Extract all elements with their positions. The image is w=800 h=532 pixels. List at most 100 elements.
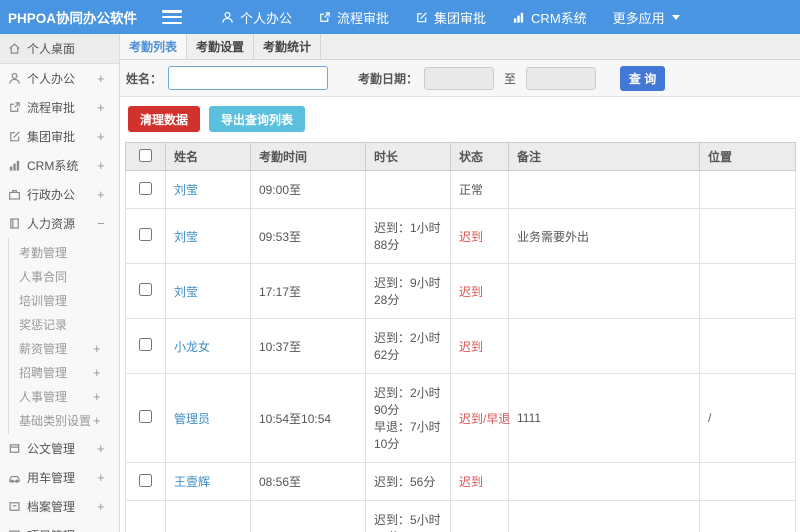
cell-duration: 迟到：56分 — [365, 462, 451, 501]
expand-toggle-icon[interactable]: + — [97, 129, 119, 144]
expand-toggle-icon[interactable]: + — [97, 499, 119, 514]
employee-name-link[interactable]: 刘莹 — [174, 285, 198, 299]
expand-toggle-icon[interactable]: + — [93, 413, 119, 428]
employee-name-link[interactable]: 小龙女 — [174, 340, 210, 354]
expand-toggle-icon[interactable]: + — [93, 365, 119, 380]
name-filter-input[interactable] — [168, 66, 329, 90]
table-row: 刘莹 09:00至 正常 — [125, 170, 796, 209]
topnav-item-4[interactable]: CRM系统 — [499, 0, 600, 34]
cell-duration: 迟到：2小时62分 — [365, 318, 451, 374]
employee-name-link[interactable]: 刘莹 — [174, 230, 198, 244]
sidebar-subitem-2[interactable]: 人事合同 — [9, 264, 119, 288]
sidebar-item-5[interactable]: 行政办公 + — [0, 180, 119, 209]
search-button[interactable]: 查 询 — [620, 65, 666, 91]
cell-status: 迟到 — [450, 208, 509, 264]
sidebar-item-label: 公文管理 — [27, 442, 76, 456]
sidebar-item-label: 流程审批 — [27, 101, 76, 115]
expand-toggle-icon[interactable]: + — [97, 100, 119, 115]
topnav-item-3[interactable]: 集团审批 — [402, 0, 499, 34]
sidebar-item-7[interactable]: 公文管理 + — [0, 434, 119, 463]
cell-location — [699, 263, 796, 319]
column-header: 姓名 — [165, 142, 251, 171]
sidebar-item-10[interactable]: 项目管理+ — [0, 521, 119, 532]
sidebar-subitem-6[interactable]: 招聘管理 + — [9, 360, 119, 384]
expand-toggle-icon[interactable]: + — [97, 158, 119, 173]
row-checkbox[interactable] — [139, 228, 152, 241]
user-icon — [8, 72, 21, 85]
expand-toggle-icon[interactable]: + — [97, 528, 119, 532]
row-checkbox[interactable] — [139, 338, 152, 351]
table-row: 刘莹 09:53至 迟到：1小时88分 迟到 业务需要外出 — [125, 208, 796, 264]
sidebar-subitem-3[interactable]: 培训管理 — [9, 288, 119, 312]
topnav-item-1[interactable]: 个人办公 — [208, 0, 305, 34]
column-header: 备注 — [508, 142, 700, 171]
column-header: 状态 — [450, 142, 509, 171]
attendance-table: 姓名 考勤时间 时长 状态 备注 位置 刘莹 09:00至 正常 刘莹 09:53至 迟到：1小时8… — [125, 142, 796, 532]
cell-duration: 迟到：1小时88分 — [365, 208, 451, 264]
table-row: 小龙女 10:37至 迟到：2小时62分 迟到 — [125, 318, 796, 374]
row-checkbox[interactable] — [139, 283, 152, 296]
topnav-label: CRM系统 — [531, 10, 587, 26]
topnav-label: 更多应用 — [612, 10, 665, 26]
sidebar-subitem-8[interactable]: 基础类别设置 + — [9, 408, 119, 432]
sidebar-item-2[interactable]: 流程审批 + — [0, 93, 119, 122]
sidebar-item-9[interactable]: 档案管理 + — [0, 492, 119, 521]
sidebar-subitem-1[interactable]: 考勤管理 — [9, 240, 119, 264]
expand-toggle-icon[interactable]: + — [97, 441, 119, 456]
row-checkbox[interactable] — [139, 181, 152, 195]
clean-data-button[interactable]: 清理数据 — [128, 106, 201, 132]
sidebar-item-label: 个人办公 — [27, 72, 76, 86]
sidebar-subitem-label: 奖惩记录 — [19, 317, 68, 332]
tab-2[interactable]: 考勤设置 — [187, 34, 254, 59]
sidebar-subitem-5[interactable]: 薪资管理 + — [9, 336, 119, 360]
expand-toggle-icon[interactable]: + — [97, 470, 119, 485]
sidebar-item-desktop[interactable]: 个人桌面 — [0, 34, 119, 64]
topnav-item-5[interactable]: 更多应用 — [600, 0, 693, 34]
sidebar-item-4[interactable]: CRM系统 + — [0, 151, 119, 180]
expand-toggle-icon[interactable]: + — [97, 71, 119, 86]
cell-status: 正常 — [450, 170, 509, 209]
date-from-input[interactable] — [424, 66, 495, 90]
employee-name-link[interactable]: 管理员 — [174, 412, 210, 426]
date-to-input[interactable] — [526, 66, 597, 90]
expand-toggle-icon[interactable]: + — [93, 341, 119, 356]
sidebar-item-label: 项目管理 — [27, 527, 97, 532]
menu-toggle-icon[interactable] — [162, 10, 182, 24]
row-checkbox[interactable] — [139, 473, 152, 487]
sidebar-item-1[interactable]: 个人办公 + — [0, 64, 119, 93]
sidebar-subitem-label: 人事合同 — [19, 269, 68, 284]
cell-time: 09:00至 — [250, 170, 366, 209]
cell-duration: 迟到：5小时33分 早退：4小时67分 — [365, 500, 451, 532]
user-icon — [221, 11, 234, 24]
tab-3[interactable]: 考勤统计 — [254, 34, 321, 59]
sidebar-item-label: 集团审批 — [27, 130, 76, 144]
cell-note — [508, 318, 700, 374]
expand-toggle-icon[interactable]: + — [97, 187, 119, 202]
topnav-label: 流程审批 — [337, 10, 390, 26]
attendance-tabs: 考勤列表 考勤设置 考勤统计 — [120, 34, 800, 60]
table-row: 黄蓉13:20至13:20迟到：5小时33分 早退：4小时67分迟到/早退 / — [125, 500, 796, 532]
sidebar-item-8[interactable]: 用车管理 + — [0, 463, 119, 492]
sidebar-subitem-7[interactable]: 人事管理 + — [9, 384, 119, 408]
flow-icon — [318, 11, 331, 24]
sidebar-item-6[interactable]: 人力资源 − — [0, 209, 119, 238]
expand-toggle-icon[interactable]: − — [97, 216, 119, 231]
export-list-button[interactable]: 导出查询列表 — [209, 106, 306, 132]
select-all-checkbox[interactable] — [139, 148, 152, 162]
main-content: 考勤列表 考勤设置 考勤统计 姓名： 考勤日期： 至 查 询 清理数据 导出查询列表 — [120, 34, 800, 532]
tab-1[interactable]: 考勤列表 — [120, 34, 187, 59]
sidebar-subitem-4[interactable]: 奖惩记录 — [9, 312, 119, 336]
sidebar-item-3[interactable]: 集团审批 + — [0, 122, 119, 151]
cell-name: 小龙女 — [165, 318, 251, 374]
cell-time: 08:56至 — [250, 462, 366, 501]
action-bar: 清理数据 导出查询列表 — [120, 97, 800, 142]
topnav-item-2[interactable]: 流程审批 — [305, 0, 402, 34]
sidebar-subitem-label: 招聘管理 — [19, 365, 68, 380]
employee-name-link[interactable]: 王壹辉 — [174, 475, 210, 489]
sidebar-item-label: 用车管理 — [27, 471, 76, 485]
employee-name-link[interactable]: 刘莹 — [174, 183, 198, 197]
cell-name: 黄蓉 — [165, 500, 251, 532]
top-nav-menu: 个人办公 流程审批 集团审批 CRM系统 更多应用 — [208, 0, 693, 34]
row-checkbox[interactable] — [139, 410, 152, 423]
expand-toggle-icon[interactable]: + — [93, 389, 119, 404]
